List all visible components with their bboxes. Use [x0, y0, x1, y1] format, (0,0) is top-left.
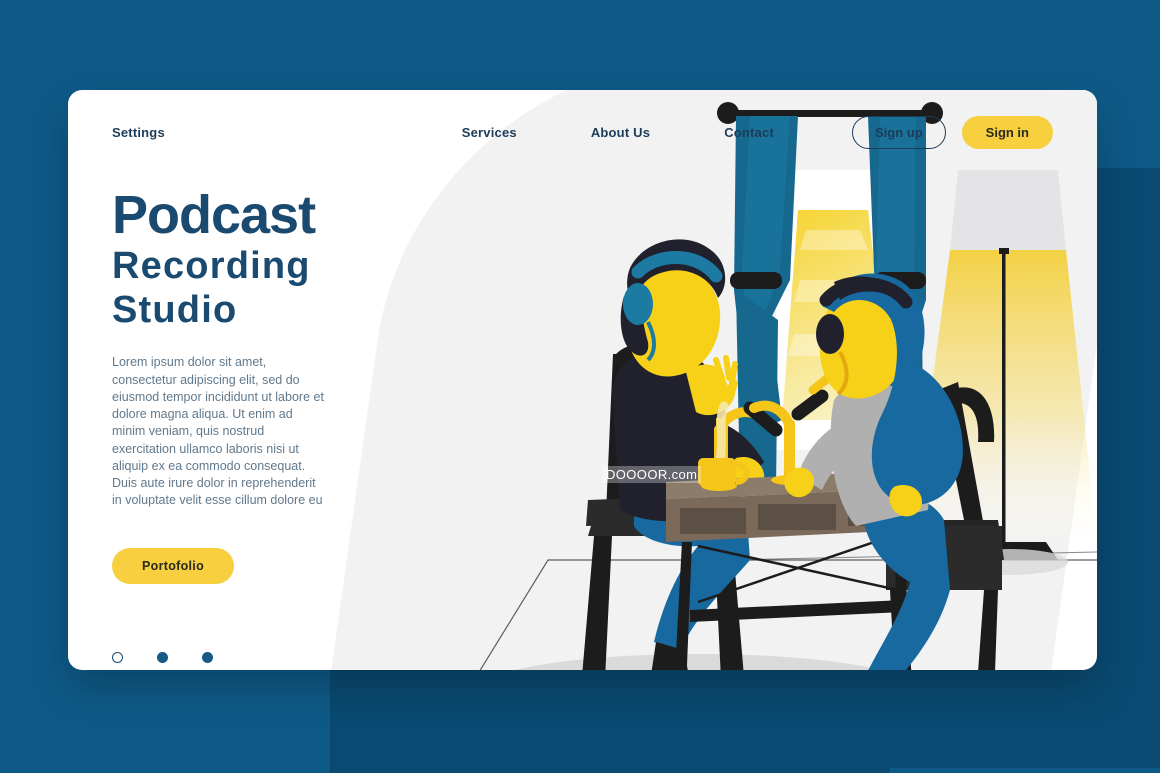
page-subtitle: Recording Studio	[112, 245, 311, 331]
nav-brand-settings[interactable]: Settings	[112, 125, 165, 140]
sign-up-button[interactable]: Sign up	[851, 115, 946, 149]
hero-section: Podcast Recording Studio Lorem ipsum dol…	[112, 185, 442, 663]
illustration-svg	[479, 102, 1097, 670]
podcast-illustration: DOOOOR.com	[398, 90, 1097, 670]
page-title: Podcast	[112, 185, 316, 245]
landing-card: DOOOOR.com Settings Services About Us Co…	[68, 90, 1097, 670]
top-navigation: Settings Services About Us Contact Sign …	[68, 90, 1097, 174]
portfolio-button[interactable]: Portofolio	[112, 547, 235, 584]
hero-description: Lorem ipsum dolor sit amet, consectetur …	[112, 355, 324, 508]
carousel-dots	[112, 651, 442, 663]
sign-in-button[interactable]: Sign in	[961, 115, 1053, 149]
carousel-dot-2[interactable]	[157, 651, 168, 663]
nav-link-services[interactable]: Services	[462, 125, 517, 140]
nav-link-about-us[interactable]: About Us	[591, 125, 650, 140]
nav-link-contact[interactable]: Contact	[724, 125, 774, 140]
carousel-dot-3[interactable]	[202, 651, 213, 663]
nav-actions: Sign up Sign in	[851, 115, 1053, 149]
nav-links: Services About Us Contact	[462, 125, 774, 140]
carousel-dot-1[interactable]	[112, 651, 123, 663]
